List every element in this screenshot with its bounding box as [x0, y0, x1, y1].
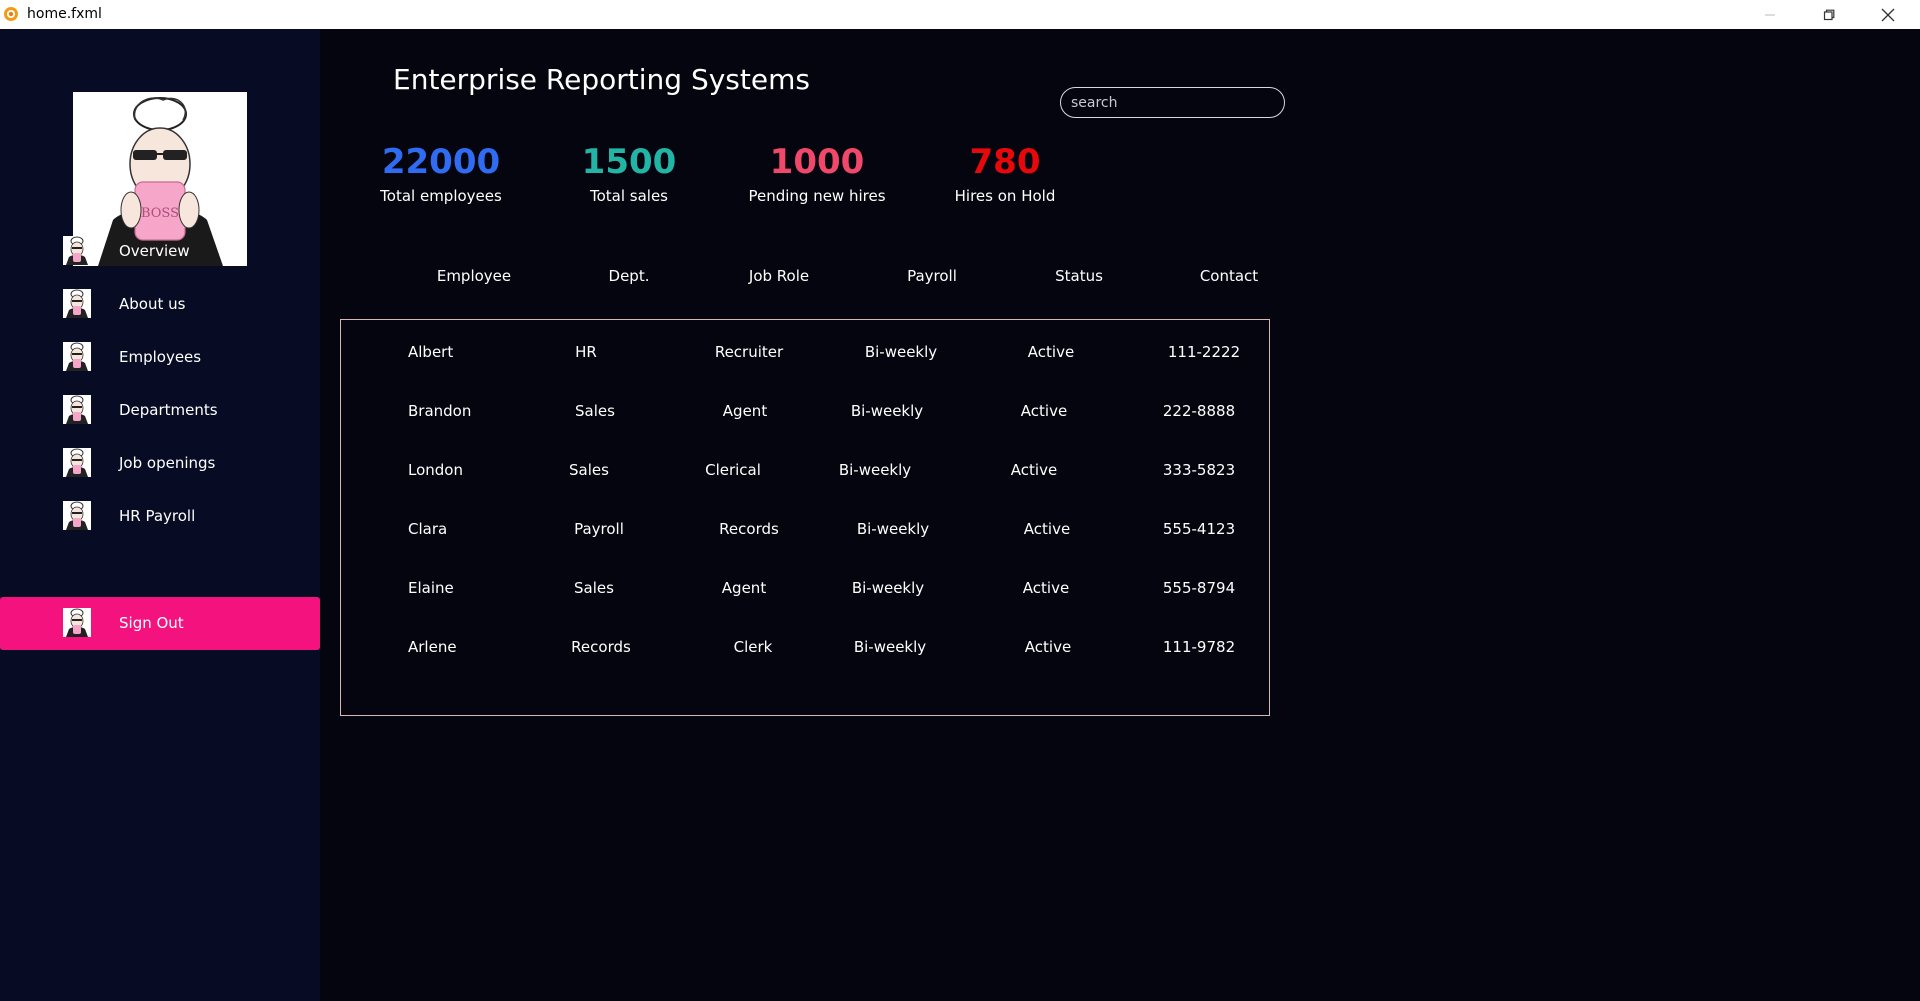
- cell-contact: 555-4123: [1162, 520, 1236, 538]
- cell-dept: Sales: [575, 402, 615, 420]
- stat-total-employees: 22000 Total employees: [356, 142, 526, 207]
- sidebar-item-label: Job openings: [119, 454, 216, 472]
- cell-employee: Brandon: [408, 402, 472, 420]
- stat-label: Total sales: [589, 187, 669, 205]
- table-row[interactable]: Elaine Sales Agent Bi-weekly Active 555-8794: [341, 320, 1269, 715]
- cell-job-role: Recruiter: [714, 343, 784, 361]
- stat-label: Total employees: [380, 187, 502, 205]
- sidebar-item-overview[interactable]: Overview: [0, 225, 320, 278]
- column-header-payroll[interactable]: Payroll: [872, 266, 992, 286]
- main-panel: Enterprise Reporting Systems 22000 Total…: [320, 29, 1920, 1001]
- cell-dept: Payroll: [574, 520, 624, 538]
- cell-payroll: Bi-weekly: [838, 461, 912, 479]
- cell-job-role: Clerk: [733, 638, 773, 656]
- cell-job-role: Records: [719, 520, 779, 538]
- cell-contact: 333-5823: [1162, 461, 1236, 479]
- cell-job-role: Agent: [721, 579, 767, 597]
- employee-table: Albert HR Recruiter Bi-weekly Active 111-2222…: [340, 319, 1270, 716]
- table-row[interactable]: London Sales Clerical Bi-weekly Active 333-58…: [341, 320, 1269, 715]
- sidebar-item-label: About us: [119, 295, 186, 313]
- cell-dept: Sales: [569, 461, 609, 479]
- cell-employee: Elaine: [408, 579, 454, 597]
- cell-status: Active: [1010, 461, 1058, 479]
- cell-status: Active: [1020, 402, 1068, 420]
- stat-value: 22000: [381, 142, 501, 182]
- cell-payroll: Bi-weekly: [851, 579, 925, 597]
- close-icon[interactable]: [1865, 0, 1911, 29]
- table-row[interactable]: Albert HR Recruiter Bi-weekly Active 111-2222: [341, 320, 1269, 715]
- page-title: Enterprise Reporting Systems: [393, 63, 810, 96]
- search-input[interactable]: [1060, 87, 1285, 118]
- cell-job-role: Clerical: [705, 461, 761, 479]
- boss-avatar-icon: [63, 608, 91, 637]
- column-header-dept[interactable]: Dept.: [569, 266, 689, 286]
- minimize-icon[interactable]: [1747, 0, 1793, 29]
- cell-contact: 555-8794: [1162, 579, 1236, 597]
- cell-status: Active: [1022, 579, 1070, 597]
- cell-contact: 111-2222: [1167, 343, 1241, 361]
- sidebar-item-label: Departments: [119, 401, 218, 419]
- cell-payroll: Bi-weekly: [853, 638, 927, 656]
- boss-avatar-icon: [63, 448, 91, 477]
- cell-job-role: Agent: [722, 402, 768, 420]
- sidebar-item-job-openings[interactable]: Job openings: [0, 437, 320, 490]
- column-header-job-role[interactable]: Job Role: [719, 266, 839, 286]
- boss-avatar-icon: [63, 342, 91, 371]
- cell-employee: London: [408, 461, 463, 479]
- cell-employee: Clara: [408, 520, 448, 538]
- boss-avatar-icon: [63, 501, 91, 530]
- sidebar-item-departments[interactable]: Departments: [0, 384, 320, 437]
- cell-payroll: Bi-weekly: [864, 343, 938, 361]
- sidebar-item-label: Employees: [119, 348, 202, 366]
- cell-dept: Sales: [574, 579, 614, 597]
- stat-total-sales: 1500 Total sales: [544, 142, 714, 207]
- sidebar-item-label: HR Payroll: [119, 507, 196, 525]
- table-row[interactable]: Clara Payroll Records Bi-weekly Active 555-41…: [341, 320, 1269, 715]
- stat-pending-new-hires: 1000 Pending new hires: [732, 142, 902, 207]
- table-row[interactable]: Brandon Sales Agent Bi-weekly Active 222-8888: [341, 320, 1269, 715]
- cell-payroll: Bi-weekly: [850, 402, 924, 420]
- column-header-status[interactable]: Status: [1019, 266, 1139, 286]
- sidebar-item-employees[interactable]: Employees: [0, 331, 320, 384]
- cell-status: Active: [1027, 343, 1075, 361]
- cell-status: Active: [1023, 520, 1071, 538]
- boss-avatar-icon: [63, 395, 91, 424]
- cell-status: Active: [1024, 638, 1072, 656]
- svg-text:BOSS: BOSS: [141, 206, 179, 221]
- boss-avatar-icon: [63, 236, 91, 265]
- cell-payroll: Bi-weekly: [856, 520, 930, 538]
- cell-contact: 222-8888: [1162, 402, 1236, 420]
- window-titlebar: home.fxml: [0, 0, 1920, 29]
- column-header-employee[interactable]: Employee: [414, 266, 534, 286]
- sidebar-item-label: Sign Out: [119, 614, 184, 632]
- sidebar: BOSS Overview About us Employees Departm…: [0, 29, 320, 1001]
- cell-dept: HR: [575, 343, 597, 361]
- cell-contact: 111-9782: [1162, 638, 1236, 656]
- sidebar-item-label: Overview: [119, 242, 190, 260]
- cell-employee: Albert: [408, 343, 454, 361]
- sidebar-item-about-us[interactable]: About us: [0, 278, 320, 331]
- stat-value: 1500: [581, 142, 677, 182]
- sidebar-item-hr-payroll[interactable]: HR Payroll: [0, 490, 320, 543]
- sidebar-item-sign-out[interactable]: Sign Out: [0, 597, 320, 650]
- cell-employee: Arlene: [408, 638, 457, 656]
- cell-dept: Records: [571, 638, 631, 656]
- column-header-contact[interactable]: Contact: [1169, 266, 1289, 286]
- window-title: home.fxml: [27, 6, 102, 22]
- stat-value: 780: [969, 142, 1041, 182]
- stat-label: Hires on Hold: [954, 187, 1056, 205]
- stat-hires-on-hold: 780 Hires on Hold: [920, 142, 1090, 207]
- stat-label: Pending new hires: [748, 187, 886, 205]
- stat-value: 1000: [769, 142, 865, 182]
- table-row[interactable]: Arlene Records Clerk Bi-weekly Active 111-978…: [341, 320, 1269, 715]
- boss-avatar-icon: [63, 289, 91, 318]
- app-icon: [3, 6, 19, 22]
- restore-icon[interactable]: [1806, 0, 1852, 29]
